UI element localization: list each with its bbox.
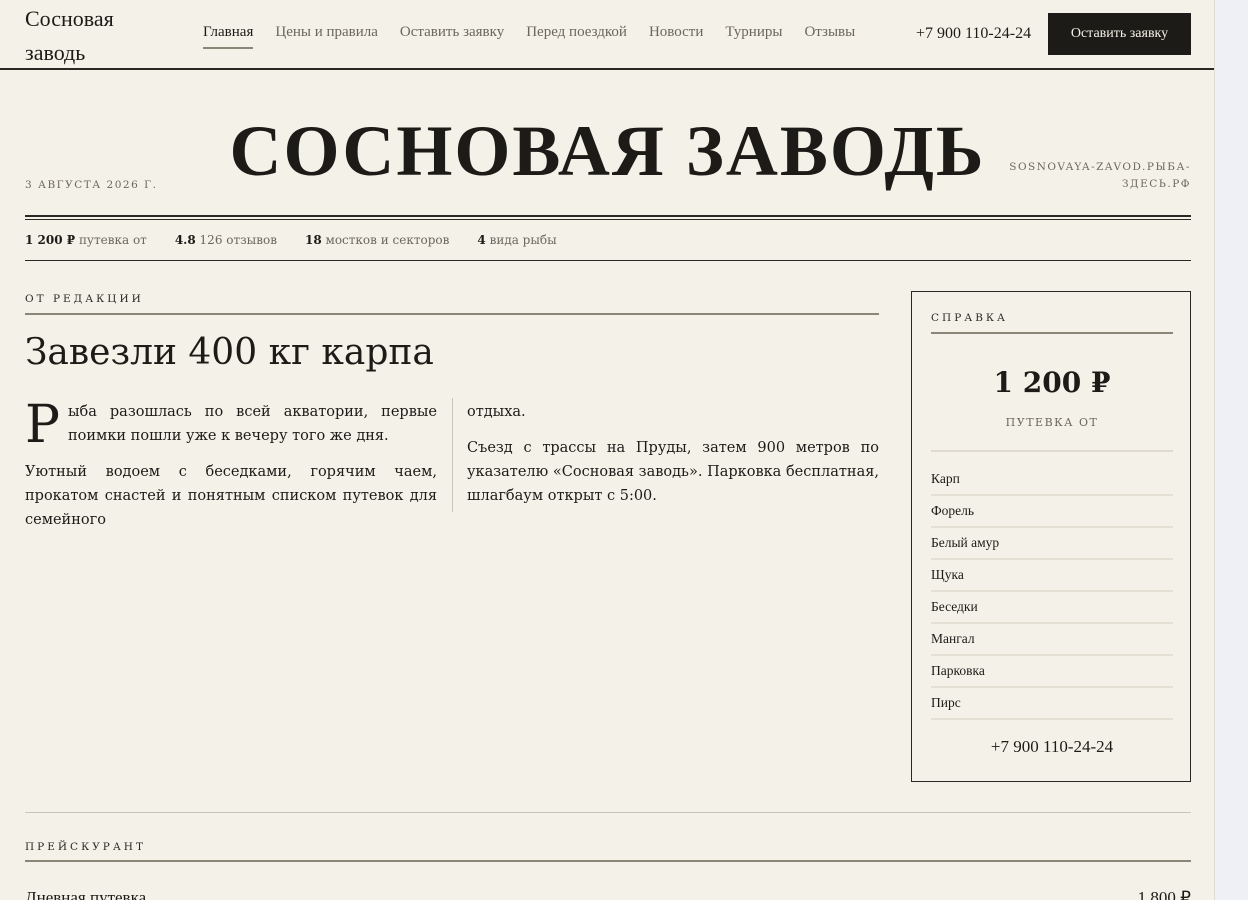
- article-column-2: отдыха. Съезд с трассы на Пруды, затем 9…: [467, 400, 879, 520]
- sidebar-price-divider: [931, 450, 1173, 452]
- sidebar-kicker: СПРАВКА: [931, 312, 1009, 324]
- pricelist-divider: [25, 860, 1191, 862]
- sidebar-features-list: Карп Форель Белый амур Щука Беседки Манг…: [931, 464, 1173, 720]
- nav-links: Главная Цены и правила Оставить заявку П…: [203, 24, 877, 49]
- header-phone-link[interactable]: +7 900 110-24-24: [916, 25, 1031, 43]
- stats-divider: [25, 260, 1191, 261]
- stat-rating: 4.8 126 отзывов: [174, 233, 277, 247]
- nav-link-before-trip[interactable]: Перед поездкой: [526, 24, 627, 49]
- list-item: Мангал: [931, 624, 1173, 656]
- sidebar-phone-link[interactable]: +7 900 110-24-24: [912, 737, 1192, 757]
- article-paragraph-continued: отдыха.: [467, 404, 526, 420]
- sidebar-price-label: ПУТЕВКА ОТ: [1005, 416, 1099, 429]
- directions-paragraph: Съезд с трассы на Пруды, затем 900 метро…: [467, 440, 879, 504]
- stats-strip: 1 200 ₽ путевка от 4.8 126 отзывов 18 мо…: [25, 233, 585, 247]
- stat-price: 1 200 ₽ путевка от: [25, 233, 147, 247]
- request-button[interactable]: Оставить заявку: [1048, 13, 1191, 55]
- list-item: Пирс: [931, 688, 1173, 720]
- list-item: Белый амур: [931, 528, 1173, 560]
- article-paragraph: Уютный водоем с беседками, горячим чаем,…: [25, 464, 437, 528]
- price-row: Дневная путевка 1 800 ₽: [25, 888, 1191, 900]
- drop-cap: Р: [25, 395, 60, 455]
- article-kicker: ОТ РЕДАКЦИИ: [25, 293, 144, 305]
- nav-link-news[interactable]: Новости: [649, 24, 703, 49]
- article-column-1: Рыба разошлась по всей акватории, первые…: [25, 395, 437, 544]
- pricelist-kicker: ПРЕЙСКУРАНТ: [25, 841, 146, 853]
- nav-link-reviews[interactable]: Отзывы: [804, 24, 855, 49]
- nav-link-tournaments[interactable]: Турниры: [725, 24, 782, 49]
- info-sidebar: СПРАВКА 1 200 ₽ ПУТЕВКА ОТ Карп Форель Б…: [911, 291, 1191, 782]
- list-item: Щука: [931, 560, 1173, 592]
- article-lead-paragraph: Рыба разошлась по всей акватории, первые…: [25, 395, 437, 455]
- list-item: Парковка: [931, 656, 1173, 688]
- stat-fish-species: 4 вида рыбы: [477, 233, 557, 247]
- section-divider: [25, 812, 1191, 813]
- stat-sectors: 18 мостков и секторов: [304, 233, 450, 247]
- list-item: Карп: [931, 464, 1173, 496]
- nav-link-request[interactable]: Оставить заявку: [400, 24, 504, 49]
- list-item: Форель: [931, 496, 1173, 528]
- list-item: Беседки: [931, 592, 1173, 624]
- price-row-price: 1 800 ₽: [1137, 888, 1191, 900]
- nav-link-prices[interactable]: Цены и правила: [275, 24, 378, 49]
- price-row-name: Дневная путевка: [25, 888, 147, 900]
- brand-logo[interactable]: Сосновая заводь: [25, 2, 175, 70]
- sidebar-price: 1 200 ₽: [993, 366, 1111, 399]
- page: Сосновая заводь Главная Цены и правила О…: [0, 0, 1215, 900]
- masthead-divider: [25, 215, 1191, 220]
- kicker-divider: [25, 313, 879, 315]
- site-domain: SOSNOVAYA-ZAVOD.РЫБА-ЗДЕСЬ.РФ: [1009, 161, 1191, 190]
- nav-link-home[interactable]: Главная: [203, 24, 254, 49]
- article-headline: Завезли 400 кг карпа: [25, 332, 434, 373]
- column-divider: [452, 398, 453, 512]
- top-nav: Сосновая заводь Главная Цены и правила О…: [0, 0, 1214, 70]
- sidebar-divider: [931, 332, 1173, 334]
